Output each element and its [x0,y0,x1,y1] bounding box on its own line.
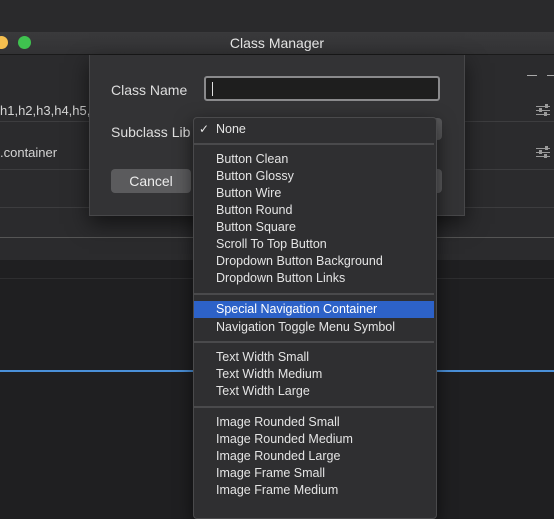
menu-item-highlighted[interactable]: Special Navigation Container [194,301,434,318]
sliders-icon[interactable] [536,146,550,158]
window-title: Class Manager [229,35,325,51]
collapse-dash-icon[interactable] [527,75,537,76]
menu-item[interactable]: Navigation Toggle Menu Symbol [194,319,434,336]
menu-item[interactable]: Button Square [194,219,434,236]
menu-item[interactable]: Text Width Small [194,349,434,366]
class-row-label: h1,h2,h3,h4,h5, [0,103,91,118]
class-name-label: Class Name [111,82,188,98]
background-toolbar [0,0,554,32]
menu-item[interactable]: Button Clean [194,151,434,168]
menu-item[interactable]: Dropdown Button Background [194,253,434,270]
menu-separator [194,293,434,295]
sliders-icon[interactable] [536,104,550,116]
class-row-label: .container [0,145,58,160]
menu-separator [194,406,434,408]
menu-separator [194,143,434,145]
menu-item[interactable]: Button Wire [194,185,434,202]
menu-item[interactable]: Text Width Medium [194,366,434,383]
subclass-lib-label: Subclass Lib [111,124,191,140]
checkmark-icon: ✓ [199,122,210,136]
menu-item[interactable]: Image Rounded Medium [194,431,434,448]
menu-item[interactable]: Image Rounded Large [194,448,434,465]
subclass-lib-dropdown-menu: ✓ None Button Clean Button Glossy Button… [193,117,437,519]
menu-item[interactable]: Button Glossy [194,168,434,185]
menu-item[interactable]: Image Frame Medium [194,482,434,499]
class-name-input[interactable] [204,76,440,101]
menu-item[interactable]: Scroll To Top Button [194,236,434,253]
cancel-button[interactable]: Cancel [111,169,191,193]
menu-item-none[interactable]: ✓ None [194,121,434,138]
text-caret [212,82,213,96]
menu-item[interactable]: Image Frame Small [194,465,434,482]
menu-item[interactable]: Button Round [194,202,434,219]
collapse-dash-icon-2[interactable] [547,75,554,76]
window-titlebar: Class Manager [0,32,554,55]
menu-separator [194,341,434,343]
menu-item[interactable]: Text Width Large [194,383,434,400]
menu-item-label: None [216,122,246,136]
menu-item[interactable]: Dropdown Button Links [194,270,434,287]
menu-item[interactable]: Image Rounded Small [194,414,434,431]
